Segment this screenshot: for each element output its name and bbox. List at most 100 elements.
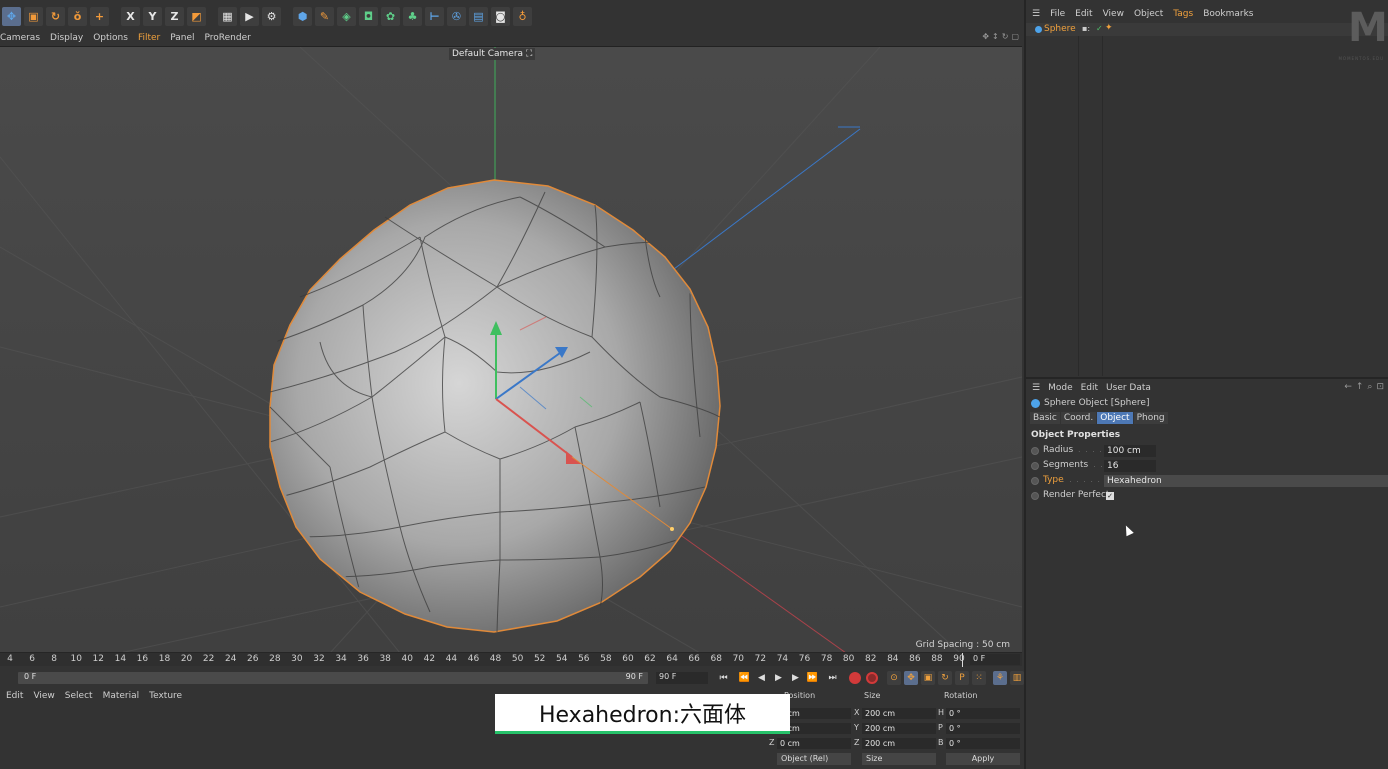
search-icon[interactable]: ⌕ — [1367, 382, 1372, 392]
motion-system-icon[interactable]: ⚘ — [993, 671, 1007, 685]
type-select[interactable]: Hexahedron — [1104, 475, 1388, 487]
render-perfect-checkbox[interactable]: ✓ — [1106, 492, 1114, 500]
render-view-icon[interactable]: ▶ — [240, 6, 259, 26]
size-mode-select[interactable]: Size — [862, 753, 936, 765]
obj-menu-file[interactable]: File — [1050, 9, 1065, 19]
pen-spline-icon[interactable]: ✎ — [315, 6, 334, 26]
obj-menu-edit[interactable]: Edit — [1075, 9, 1092, 19]
scene-floor-icon[interactable]: ⊢ — [425, 6, 444, 26]
key-parameter-icon[interactable]: P — [955, 671, 969, 685]
orbit-icon[interactable]: ↻ — [1002, 32, 1009, 41]
next-frame-icon[interactable]: ▶ — [789, 672, 802, 684]
obj-menu-object[interactable]: Object — [1134, 9, 1163, 19]
animate-dot-icon[interactable] — [1031, 462, 1039, 470]
y-axis-lock-icon[interactable]: Y — [143, 6, 162, 26]
size-x-field[interactable]: 200 cm — [862, 708, 936, 719]
mat-menu-material[interactable]: Material — [103, 691, 140, 701]
pan-icon[interactable]: ✥ — [982, 32, 989, 41]
key-scale-icon[interactable]: ▣ — [921, 671, 935, 685]
go-to-end-icon[interactable]: ⏭ — [826, 672, 839, 684]
back-arrow-icon[interactable]: ← — [1344, 382, 1352, 392]
previous-key-icon[interactable]: ⏪ — [738, 672, 751, 684]
segments-field[interactable]: 16 — [1104, 460, 1156, 472]
next-key-icon[interactable]: ⏩ — [806, 672, 819, 684]
hamburger-menu-icon[interactable]: ☰ — [1032, 9, 1040, 19]
attr-menu-user-data[interactable]: User Data — [1106, 383, 1151, 393]
mat-menu-view[interactable]: View — [33, 691, 54, 701]
key-pla-icon[interactable]: ⁙ — [972, 671, 986, 685]
end-frame-field[interactable]: 90 F — [656, 672, 708, 684]
render-region-icon[interactable]: ▦ — [218, 6, 237, 26]
timeline-ruler[interactable]: 0 F 4 6 8 10 12 14 16 18 20 22 24 26 28 30 32 34 36 38 40 4… — [0, 652, 1022, 667]
obj-menu-bookmarks[interactable]: Bookmarks — [1203, 9, 1253, 19]
obj-menu-tags[interactable]: Tags — [1173, 9, 1193, 19]
attr-menu-edit[interactable]: Edit — [1081, 383, 1098, 393]
visibility-toggle-icon[interactable]: ▪: — [1082, 24, 1090, 33]
scale-tool-icon[interactable]: ▣ — [24, 6, 43, 26]
render-settings-icon[interactable]: ⚙ — [262, 6, 281, 26]
keyframe-selection-icon[interactable]: ⊙ — [887, 671, 901, 685]
maximize-view-icon[interactable]: ▢ — [1011, 32, 1019, 41]
add-object-icon[interactable]: + — [90, 6, 109, 26]
timeline-window-icon[interactable]: ▥ — [1010, 671, 1024, 685]
camera-icon[interactable]: ◙ — [491, 6, 510, 26]
menu-prorender[interactable]: ProRender — [205, 33, 251, 43]
size-y-field[interactable]: 200 cm — [862, 723, 936, 734]
obj-menu-view[interactable]: View — [1103, 9, 1124, 19]
mograph-cloner-icon[interactable]: ✿ — [381, 6, 400, 26]
attr-menu-mode[interactable]: Mode — [1048, 383, 1073, 393]
move-tool-icon[interactable]: ✥ — [2, 6, 21, 26]
animate-dot-icon[interactable] — [1031, 447, 1039, 455]
object-row-sphere[interactable]: Sphere ▪: ✓ ✦ — [1026, 23, 1388, 36]
rotation-p-field[interactable]: 0 ° — [946, 723, 1020, 734]
deformer-icon[interactable]: ♣ — [403, 6, 422, 26]
menu-filter[interactable]: Filter — [138, 33, 160, 43]
radius-field[interactable]: 100 cm — [1104, 445, 1156, 457]
mat-menu-texture[interactable]: Texture — [149, 691, 182, 701]
subdivision-icon[interactable]: ◈ — [337, 6, 356, 26]
x-axis-lock-icon[interactable]: X — [121, 6, 140, 26]
tab-object[interactable]: Object — [1097, 412, 1133, 424]
key-rotation-icon[interactable]: ↻ — [938, 671, 952, 685]
menu-cameras[interactable]: Cameras — [0, 33, 40, 43]
object-name[interactable]: Sphere — [1044, 24, 1076, 34]
phong-tag-icon[interactable]: ✦ — [1105, 23, 1113, 33]
tab-basic[interactable]: Basic — [1030, 412, 1060, 424]
hamburger-menu-icon[interactable]: ☰ — [1032, 383, 1040, 393]
cube-primitive-icon[interactable]: ⬢ — [293, 6, 312, 26]
extrude-generator-icon[interactable]: ◘ — [359, 6, 378, 26]
tab-coord[interactable]: Coord. — [1060, 412, 1097, 424]
mat-menu-edit[interactable]: Edit — [6, 691, 23, 701]
record-keys-icon[interactable] — [849, 672, 861, 684]
live-selection-icon[interactable]: ǒ — [68, 6, 87, 26]
key-position-icon[interactable]: ✥ — [904, 671, 918, 685]
position-mode-select[interactable]: Object (Rel) — [777, 753, 851, 765]
go-to-start-icon[interactable]: ⏮ — [717, 672, 730, 684]
menu-panel[interactable]: Panel — [170, 33, 194, 43]
light-icon[interactable]: ♁ — [513, 6, 532, 26]
sphere-object[interactable] — [269, 179, 721, 633]
autokey-icon[interactable] — [866, 672, 878, 684]
apply-button[interactable]: Apply — [946, 753, 1020, 765]
animate-dot-icon[interactable] — [1031, 492, 1039, 500]
animate-dot-icon[interactable] — [1031, 477, 1039, 485]
rotation-b-field[interactable]: 0 ° — [946, 738, 1020, 749]
zoom-icon[interactable]: ↕ — [992, 32, 999, 41]
enabled-check-icon[interactable]: ✓ — [1096, 24, 1103, 33]
frame-range-slider[interactable]: 0 F 90 F — [18, 672, 648, 684]
rotate-tool-icon[interactable]: ↻ — [46, 6, 65, 26]
camera-label[interactable]: Default Camera ⛶ — [449, 48, 536, 60]
environment-icon[interactable]: ▤ — [469, 6, 488, 26]
z-axis-lock-icon[interactable]: Z — [165, 6, 184, 26]
tab-phong[interactable]: Phong — [1133, 412, 1168, 424]
camera-tag-icon[interactable]: ✇ — [447, 6, 466, 26]
lock-icon[interactable]: ⊡ — [1376, 382, 1384, 392]
previous-frame-icon[interactable]: ◀ — [755, 672, 768, 684]
play-icon[interactable]: ▶ — [772, 672, 785, 684]
menu-display[interactable]: Display — [50, 33, 83, 43]
position-z-field[interactable]: 0 cm — [777, 738, 851, 749]
rotation-h-field[interactable]: 0 ° — [946, 708, 1020, 719]
up-arrow-icon[interactable]: ↑ — [1356, 382, 1364, 392]
camera-mode-icon[interactable]: ⛶ — [526, 49, 532, 59]
coordinate-system-icon[interactable]: ◩ — [187, 6, 206, 26]
